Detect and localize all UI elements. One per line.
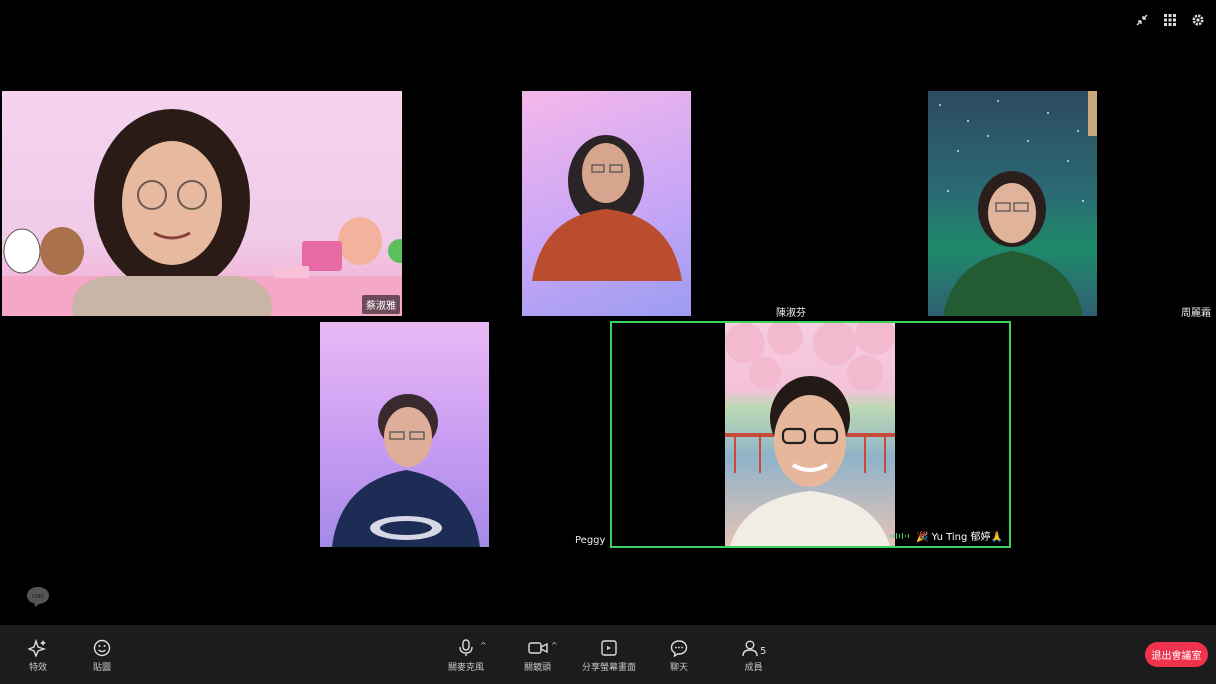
- video-tile-4[interactable]: [320, 322, 489, 547]
- participant-video: [939, 91, 1097, 316]
- grid-view-icon[interactable]: [1162, 12, 1178, 28]
- chat-bubble-icon: [670, 640, 688, 657]
- share-screen-button[interactable]: 分享螢幕畫面: [582, 639, 636, 673]
- participant-name: 🎉 Yu Ting 郁婷🙏: [886, 526, 1007, 545]
- participant-name: Peggy: [575, 535, 606, 546]
- participant-video: [2, 109, 402, 316]
- mic-button[interactable]: 關麥克風: [448, 639, 484, 673]
- participant-video: [532, 135, 682, 281]
- camera-button[interactable]: 關鏡頭: [524, 639, 551, 673]
- leave-meeting-button[interactable]: 退出會議室: [1145, 642, 1208, 667]
- chat-button[interactable]: 聊天: [670, 639, 688, 673]
- microphone-icon: [459, 639, 473, 656]
- smiley-icon: [93, 639, 111, 657]
- audio-level-icon: [889, 532, 909, 539]
- person-icon: [742, 640, 758, 657]
- sparkle-icon: [28, 639, 47, 657]
- stickers-button[interactable]: 貼圖: [93, 639, 111, 673]
- mic-options-chevron-icon[interactable]: ^: [480, 641, 487, 650]
- participant-video: [332, 394, 480, 547]
- member-count: 5: [760, 646, 767, 657]
- settings-icon[interactable]: [1190, 12, 1206, 28]
- video-tile-3[interactable]: [928, 91, 1097, 316]
- minimize-icon[interactable]: [1134, 12, 1150, 28]
- participant-name: 蔡淑雅: [362, 295, 400, 314]
- camera-options-chevron-icon[interactable]: ^: [551, 641, 558, 650]
- video-tile-2[interactable]: [522, 91, 691, 316]
- participant-name: 陳淑芬: [776, 308, 806, 319]
- meeting-toolbar: 特效 貼圖 關麥克風 ^ 關鏡頭 ^ 分享螢幕畫面 聊天 5 成員: [0, 625, 1216, 684]
- svg-text:LINE: LINE: [32, 594, 45, 600]
- video-camera-icon: [527, 642, 548, 654]
- effects-button[interactable]: 特效: [28, 639, 48, 673]
- video-tile-5-active-speaker[interactable]: 🎉 Yu Ting 郁婷🙏: [610, 321, 1011, 548]
- members-button[interactable]: 5 成員: [741, 639, 766, 673]
- video-tile-1[interactable]: 蔡淑雅: [2, 91, 402, 316]
- share-screen-icon: [601, 640, 617, 656]
- participant-video: [725, 323, 895, 546]
- window-controls: [1134, 12, 1206, 28]
- line-logo-icon: LINE: [26, 586, 50, 607]
- participant-name: 周麗霜: [1181, 308, 1211, 319]
